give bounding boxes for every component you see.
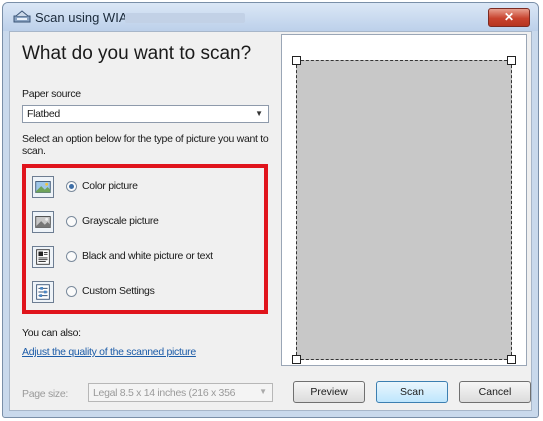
option-label: Black and white picture or text	[82, 250, 213, 262]
chevron-down-icon: ▼	[259, 387, 267, 396]
paper-source-value: Flatbed	[27, 108, 60, 120]
radio-bw-picture-text[interactable]	[66, 251, 77, 262]
custom-settings-icon	[32, 281, 54, 303]
option-custom-settings[interactable]: Custom Settings	[32, 281, 262, 311]
option-color-picture[interactable]: Color picture	[32, 176, 262, 206]
radio-custom-settings[interactable]	[66, 286, 77, 297]
bw-picture-icon	[32, 246, 54, 268]
preview-pane	[281, 34, 527, 366]
crop-handle-top-right[interactable]	[507, 56, 516, 65]
option-label: Custom Settings	[82, 285, 155, 297]
chevron-down-icon: ▼	[255, 109, 263, 118]
scanner-icon	[13, 10, 31, 23]
grayscale-picture-icon	[32, 211, 54, 233]
preview-button[interactable]: Preview	[293, 381, 365, 403]
scan-button[interactable]: Scan	[376, 381, 448, 403]
instruction-text: Select an option below for the type of p…	[22, 133, 269, 157]
dialog-body: What do you want to scan? Paper source F…	[9, 31, 532, 411]
cancel-button[interactable]: Cancel	[459, 381, 531, 403]
title-redacted-area	[125, 13, 245, 23]
option-label: Color picture	[82, 180, 138, 192]
crop-handle-bottom-left[interactable]	[292, 355, 301, 364]
option-label: Grayscale picture	[82, 215, 159, 227]
crop-handle-top-left[interactable]	[292, 56, 301, 65]
radio-grayscale-picture[interactable]	[66, 216, 77, 227]
close-button[interactable]: ✕	[488, 8, 530, 27]
option-grayscale-picture[interactable]: Grayscale picture	[32, 211, 262, 241]
page-size-label: Page size:	[22, 388, 69, 400]
radio-color-picture[interactable]	[66, 181, 77, 192]
adjust-quality-link[interactable]: Adjust the quality of the scanned pictur…	[22, 346, 196, 358]
paper-source-select[interactable]: Flatbed ▼	[22, 105, 269, 123]
page-size-select: Legal 8.5 x 14 inches (216 x 356 ▼	[88, 383, 273, 402]
option-bw-picture-text[interactable]: Black and white picture or text	[32, 246, 262, 276]
also-label: You can also:	[22, 327, 81, 339]
color-picture-icon	[32, 176, 54, 198]
picture-type-options: Color picture Grayscale picture Black an…	[22, 164, 268, 314]
paper-source-label: Paper source	[22, 88, 81, 100]
scan-dialog: Scan using WIA ✕ What do you want to sca…	[2, 2, 539, 418]
title-bar[interactable]: Scan using WIA ✕	[3, 3, 538, 31]
scan-area[interactable]	[292, 56, 516, 364]
window-title: Scan using WIA	[35, 10, 128, 25]
crop-handle-bottom-right[interactable]	[507, 355, 516, 364]
page-title: What do you want to scan?	[22, 43, 252, 64]
page-size-value: Legal 8.5 x 14 inches (216 x 356	[93, 387, 236, 399]
